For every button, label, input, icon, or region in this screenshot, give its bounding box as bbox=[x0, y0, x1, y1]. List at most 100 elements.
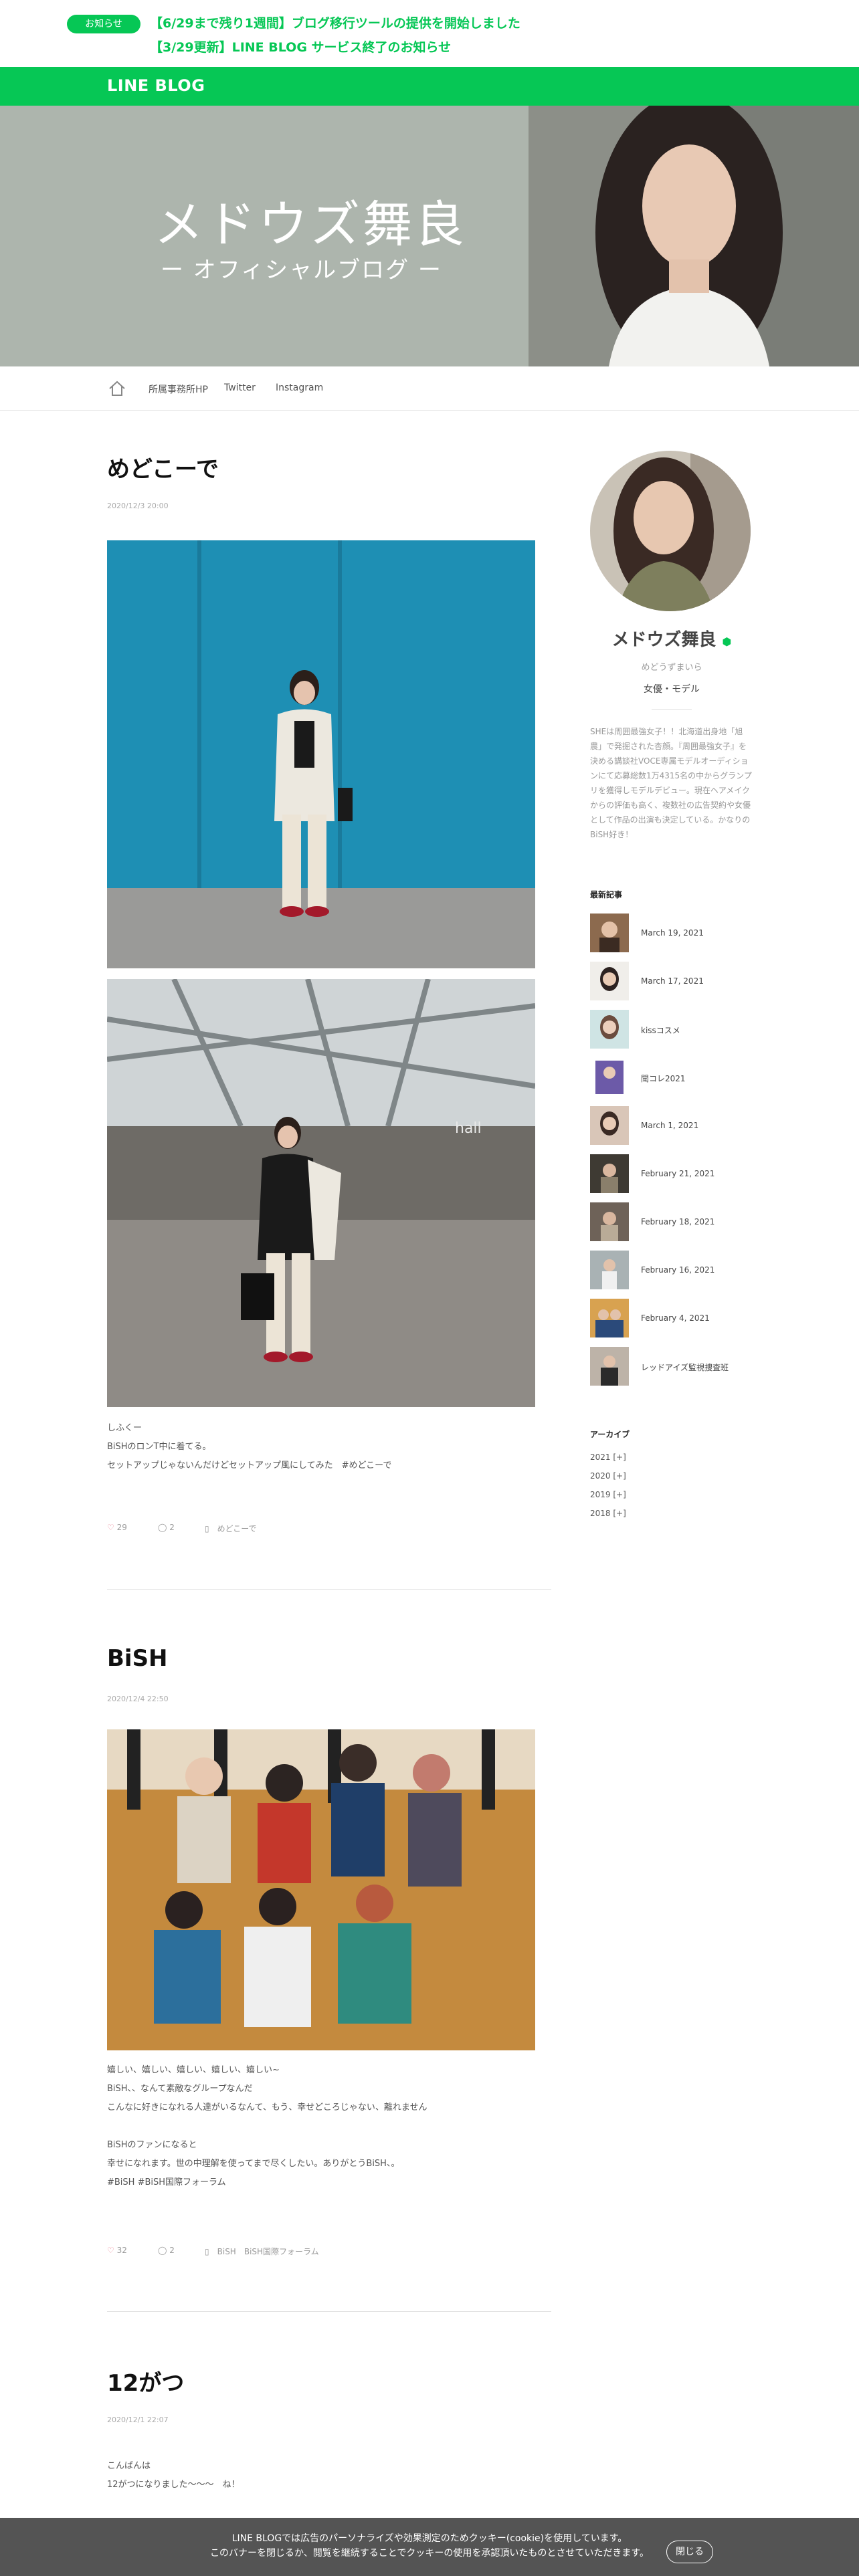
like-count: 29 bbox=[116, 1523, 127, 1532]
post-date: 2020/12/3 20:00 bbox=[107, 502, 169, 510]
archive-year-item[interactable]: 2020 [+] bbox=[590, 1467, 753, 1485]
post-photo-1[interactable] bbox=[107, 540, 535, 968]
recent-post-thumb bbox=[590, 1106, 629, 1145]
profile-category[interactable]: 女優・モデル bbox=[590, 682, 753, 695]
recent-post-thumb bbox=[590, 1058, 629, 1097]
post-meta: ♡ 29 ◯ 2 ▯ めどこーで bbox=[107, 1523, 535, 1539]
post-body-line: こんなに好きになれる人達がいるなんて、もう、幸せどころじゃない、離れません bbox=[107, 2103, 427, 2113]
recent-post-item[interactable]: February 18, 2021 bbox=[590, 1202, 753, 1251]
recent-post-thumb bbox=[590, 1010, 629, 1049]
recent-post-thumb bbox=[590, 1154, 629, 1193]
post-body-line: 幸せになれます。世の中理解を使ってまで尽くしたい。ありがとうBiSH、。 bbox=[107, 2159, 400, 2169]
sidebar: メドウズ舞良 ⬢ めどうずまいら 女優・モデル SHEは周囲最強女子！！北海道出… bbox=[590, 451, 753, 1523]
archive-heading: アーカイブ bbox=[590, 1430, 630, 1439]
recent-post-thumb bbox=[590, 1251, 629, 1289]
notice-badge: お知らせ bbox=[67, 15, 140, 33]
post-title[interactable]: BiSH bbox=[107, 1645, 168, 1672]
post-body-line: BiSHのファンになると bbox=[107, 2140, 197, 2150]
recent-posts-heading: 最新記事 bbox=[590, 890, 623, 899]
comment-count: 2 bbox=[169, 1523, 175, 1532]
like-button[interactable]: ♡ 29 bbox=[107, 1523, 127, 1532]
nav-link-agency[interactable]: 所属事務所HP bbox=[149, 383, 208, 396]
notice-link-migration[interactable]: 【6/29まで残り1週間】ブログ移行ツールの提供を開始しました bbox=[150, 13, 520, 31]
profile-divider bbox=[652, 709, 692, 710]
post: BiSH 2020/12/4 22:50 嬉しい、嬉しい、嬉しい、嬉しい、嬉しい… bbox=[107, 1590, 551, 2313]
post-tags[interactable]: ▯ BiSH BiSH国際フォーラム bbox=[205, 2246, 319, 2257]
post-body-line: 嬉しい、嬉しい、嬉しい、嬉しい、嬉しい~ bbox=[107, 2065, 280, 2075]
heart-icon: ♡ bbox=[107, 1523, 114, 1532]
post-title[interactable]: 12がつ bbox=[107, 2365, 184, 2397]
cookie-banner: LINE BLOGでは広告のパーソナライズや効果測定のためクッキー(cookie… bbox=[0, 2518, 859, 2576]
hero-portrait-photo bbox=[529, 106, 859, 366]
post-body-line: 12がつになりました〜〜〜 ね！ bbox=[107, 2480, 240, 2490]
recent-post-item[interactable]: レッドアイズ監視捜査班 bbox=[590, 1347, 753, 1395]
post-photo-group[interactable] bbox=[107, 1729, 535, 2050]
tag-list: めどこーで bbox=[217, 1524, 257, 1533]
comment-icon: ◯ bbox=[158, 1523, 167, 1532]
nav-link-twitter[interactable]: Twitter bbox=[224, 383, 256, 393]
comment-button[interactable]: ◯ 2 bbox=[158, 1523, 175, 1532]
recent-post-item[interactable]: March 1, 2021 bbox=[590, 1106, 753, 1154]
post-date: 2020/12/4 22:50 bbox=[107, 1695, 169, 1703]
blog-nav: 所属事務所HP Twitter Instagram bbox=[0, 366, 859, 411]
post-body-line bbox=[107, 2117, 535, 2136]
post-list: めどこーで 2020/12/3 20:00 hall しふくー BiSHのロンT… bbox=[107, 411, 551, 2513]
archive-year-item[interactable]: 2019 [+] bbox=[590, 1485, 753, 1504]
recent-post-item[interactable]: February 16, 2021 bbox=[590, 1251, 753, 1299]
post-body-line: BiSHのロンT中に着てる。 bbox=[107, 1442, 211, 1452]
blog-hero-banner: メドウズ舞良 ー オフィシャルブログ ー bbox=[0, 106, 859, 366]
blog-title: メドウズ舞良 bbox=[154, 196, 467, 253]
svg-text:hall: hall bbox=[455, 1120, 482, 1137]
recent-post-item[interactable]: February 4, 2021 bbox=[590, 1299, 753, 1347]
tag-list: BiSH BiSH国際フォーラム bbox=[217, 2247, 319, 2256]
recent-post-thumb bbox=[590, 914, 629, 952]
site-header: LINE BLOG bbox=[0, 67, 859, 106]
post-separator bbox=[107, 1589, 551, 1590]
blog-subtitle: ー オフィシャルブログ ー bbox=[161, 257, 442, 284]
profile-avatar[interactable] bbox=[590, 451, 751, 611]
post: めどこーで 2020/12/3 20:00 hall しふくー BiSHのロンT… bbox=[107, 411, 551, 1590]
post-meta: ♡ 32 ◯ 2 ▯ BiSH BiSH国際フォーラム bbox=[107, 2246, 535, 2262]
comment-icon: ◯ bbox=[158, 2246, 167, 2255]
post-body: 嬉しい、嬉しい、嬉しい、嬉しい、嬉しい~ BiSH、、なんて素敵なグループなんだ… bbox=[107, 2061, 535, 2192]
comment-button[interactable]: ◯ 2 bbox=[158, 2246, 175, 2255]
post-body: しふくー BiSHのロンT中に着てる。 セットアップじゃないんだけどセットアップ… bbox=[107, 1419, 535, 1475]
home-icon[interactable] bbox=[107, 379, 127, 399]
tag-icon: ▯ bbox=[205, 1524, 209, 1533]
recent-post-thumb bbox=[590, 1299, 629, 1337]
comment-count: 2 bbox=[169, 2246, 175, 2255]
line-blog-logo[interactable]: LINE BLOG bbox=[107, 76, 205, 95]
profile-kana: めどうずまいら bbox=[641, 663, 702, 673]
like-button[interactable]: ♡ 32 bbox=[107, 2246, 127, 2255]
recent-posts-list: March 19, 2021 March 17, 2021 kissコスメ 聞コ… bbox=[590, 914, 753, 1395]
nav-link-instagram[interactable]: Instagram bbox=[276, 383, 323, 393]
post-photo-2[interactable]: hall bbox=[107, 979, 535, 1407]
cookie-message-line: このバナーを閉じるか、閲覧を継続することでクッキーの使用を承認頂いたものとさせて… bbox=[210, 2548, 649, 2559]
verified-badge-icon: ⬢ bbox=[722, 635, 732, 648]
cookie-close-button[interactable]: 閉じる bbox=[666, 2541, 713, 2563]
notice-link-termination[interactable]: 【3/29更新】LINE BLOG サービス終了のお知らせ bbox=[150, 37, 451, 56]
recent-post-item[interactable]: March 19, 2021 bbox=[590, 914, 753, 962]
post-title[interactable]: めどこーで bbox=[107, 451, 219, 484]
recent-post-thumb bbox=[590, 962, 629, 1000]
recent-post-item[interactable]: March 17, 2021 bbox=[590, 962, 753, 1010]
notice-bar: お知らせ 【6/29まで残り1週間】ブログ移行ツールの提供を開始しました 【3/… bbox=[0, 0, 859, 67]
post-body: こんばんは 12がつになりました〜〜〜 ね！ bbox=[107, 2457, 535, 2494]
post-date: 2020/12/1 22:07 bbox=[107, 2416, 169, 2424]
like-count: 32 bbox=[116, 2246, 127, 2255]
post-body-line: BiSH、、なんて素敵なグループなんだ bbox=[107, 2084, 253, 2094]
recent-post-item[interactable]: February 21, 2021 bbox=[590, 1154, 753, 1202]
post-tags[interactable]: ▯ めどこーで bbox=[205, 1523, 257, 1534]
recent-post-thumb bbox=[590, 1202, 629, 1241]
post-body-line: しふくー bbox=[107, 1423, 142, 1433]
archive-year-item[interactable]: 2018 [+] bbox=[590, 1504, 753, 1523]
recent-post-item[interactable]: kissコスメ bbox=[590, 1010, 753, 1058]
recent-post-item[interactable]: 聞コレ2021 bbox=[590, 1058, 753, 1106]
post-hashtags[interactable]: #BiSH #BiSH国際フォーラム bbox=[107, 2173, 535, 2192]
recent-post-thumb bbox=[590, 1347, 629, 1386]
cookie-message-line: LINE BLOGでは広告のパーソナライズや効果測定のためクッキー(cookie… bbox=[231, 2533, 628, 2544]
profile-name[interactable]: メドウズ舞良 ⬢ bbox=[590, 626, 753, 651]
profile-description: SHEは周囲最強女子！！北海道出身地「旭農」で発掘された杏顔。『周囲最強女子』を… bbox=[590, 727, 752, 839]
post-body-line: こんばんは bbox=[107, 2461, 151, 2471]
archive-year-item[interactable]: 2021 [+] bbox=[590, 1448, 753, 1467]
